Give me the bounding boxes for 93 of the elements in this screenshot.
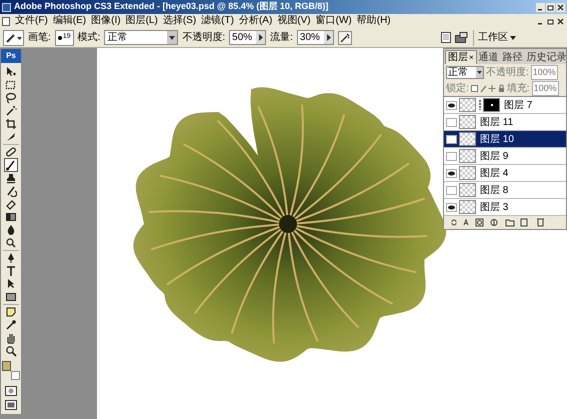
palette-well-icon[interactable]: [455, 32, 469, 43]
opacity-field[interactable]: 100%: [530, 64, 558, 80]
blend-mode-dropdown[interactable]: 正常: [446, 66, 484, 79]
zoom-icon[interactable]: [5, 345, 17, 357]
mode-dropdown[interactable]: 正常: [104, 30, 178, 45]
layer-row[interactable]: 图层 10: [444, 131, 566, 148]
app-icon: [2, 2, 11, 12]
lasso-icon[interactable]: [5, 92, 17, 104]
caret-icon: [324, 31, 333, 44]
marquee-icon[interactable]: [5, 79, 17, 91]
eyedropper-icon[interactable]: [5, 319, 17, 331]
stamp-icon[interactable]: [5, 172, 17, 184]
history-brush-icon[interactable]: [5, 185, 17, 197]
brush-tip-icon: [58, 36, 62, 40]
knife-icon[interactable]: [5, 131, 17, 143]
layer-row[interactable]: 图层 3: [444, 199, 566, 216]
hand-icon[interactable]: [5, 332, 17, 344]
brush-icon[interactable]: [5, 159, 17, 171]
opacity-label: 不透明度:: [182, 30, 226, 45]
background-color-swatch[interactable]: [11, 371, 20, 380]
panel-tab[interactable]: 路径: [500, 50, 525, 64]
flow-field[interactable]: 30%: [296, 30, 334, 45]
quick-mask-icon[interactable]: [5, 386, 17, 396]
caret-icon: [510, 36, 516, 40]
note-icon[interactable]: [5, 306, 17, 318]
layer-thumbnail: [459, 115, 476, 129]
brush-icon: [5, 32, 17, 44]
menu-item[interactable]: 图层(L): [126, 16, 158, 26]
close-button[interactable]: [556, 2, 565, 12]
menu-item[interactable]: 窗口(W): [316, 16, 352, 26]
lock-label: 锁定:: [446, 82, 469, 96]
close-button[interactable]: [556, 16, 565, 26]
eye-icon[interactable]: [446, 168, 457, 178]
visibility-toggle[interactable]: [446, 118, 457, 126]
eye-icon[interactable]: [446, 100, 457, 110]
bandage-icon[interactable]: [5, 146, 17, 158]
document-icon[interactable]: [441, 32, 451, 43]
document-icon: [2, 16, 10, 26]
menu-item[interactable]: 选择(S): [162, 16, 196, 26]
menu-item[interactable]: 编辑(E): [52, 16, 86, 26]
pen-icon[interactable]: [5, 252, 17, 264]
panel-tab[interactable]: 通道: [476, 50, 501, 64]
brush-label: 画笔:: [28, 31, 51, 45]
layer-row[interactable]: 图层 9: [444, 148, 566, 165]
visibility-toggle[interactable]: [446, 152, 457, 160]
layer-thumbnail: [459, 166, 476, 180]
airbrush-icon[interactable]: [338, 30, 352, 44]
lollipop-icon[interactable]: [5, 237, 17, 249]
panel-tab[interactable]: 历史记录: [524, 50, 567, 64]
eraser-icon[interactable]: [5, 198, 17, 210]
menu-item[interactable]: 帮助(H): [356, 16, 391, 26]
lock-icons-drawing[interactable]: [470, 84, 505, 93]
caret-icon: [476, 67, 483, 78]
link-icon[interactable]: [478, 100, 482, 110]
opacity-field[interactable]: 50%: [229, 30, 266, 45]
app-logo: Ps: [1, 49, 21, 63]
layer-row[interactable]: 图层 4: [444, 165, 566, 182]
panel-tab[interactable]: 图层×: [445, 50, 477, 64]
caret-icon: [167, 31, 178, 44]
workspace-button[interactable]: 工作区: [473, 30, 520, 46]
layer-row[interactable]: 图层 8: [444, 182, 566, 199]
visibility-toggle[interactable]: [446, 134, 457, 144]
eye-icon[interactable]: [446, 202, 457, 212]
minimize-button[interactable]: [536, 2, 545, 12]
foreground-color-swatch[interactable]: [2, 361, 11, 371]
window-title: Adobe Photoshop CS3 Extended - [heye03.psd @ 85.4% (图层 10, RGB/8)]: [14, 0, 328, 14]
visibility-toggle[interactable]: [446, 186, 457, 194]
caret-icon: [256, 31, 266, 44]
gradient-icon[interactable]: [5, 211, 17, 223]
arrow-icon[interactable]: [5, 278, 17, 290]
layer-thumbnail: [459, 149, 476, 163]
menu-item[interactable]: 文件(F): [15, 16, 48, 26]
move-icon[interactable]: [5, 66, 17, 78]
drop-icon[interactable]: [5, 224, 17, 236]
fill-label: 填充:: [506, 82, 530, 96]
menu-item[interactable]: 滤镜(T): [201, 16, 234, 26]
close-icon[interactable]: ×: [469, 52, 474, 64]
fill-field[interactable]: 100%: [532, 80, 559, 96]
crop-icon[interactable]: [5, 118, 17, 130]
screen-mode-icon[interactable]: [5, 400, 17, 410]
layer-thumbnail: [459, 132, 476, 146]
menu-item[interactable]: 分析(A): [238, 16, 272, 26]
menu-item[interactable]: 图像(I): [91, 16, 121, 26]
menu-item[interactable]: 视图(V): [277, 16, 311, 26]
rectangle-icon[interactable]: [5, 291, 17, 303]
mode-label: 模式:: [78, 30, 100, 45]
wand-icon[interactable]: [5, 105, 17, 117]
layer-thumbnail: [459, 183, 476, 197]
layer-row[interactable]: 图层 7: [444, 97, 566, 114]
opacity-label: 不透明度:: [486, 66, 529, 80]
text-icon[interactable]: [5, 265, 17, 277]
flow-label: 流量:: [270, 30, 293, 45]
tool-preset-picker[interactable]: [3, 30, 24, 46]
